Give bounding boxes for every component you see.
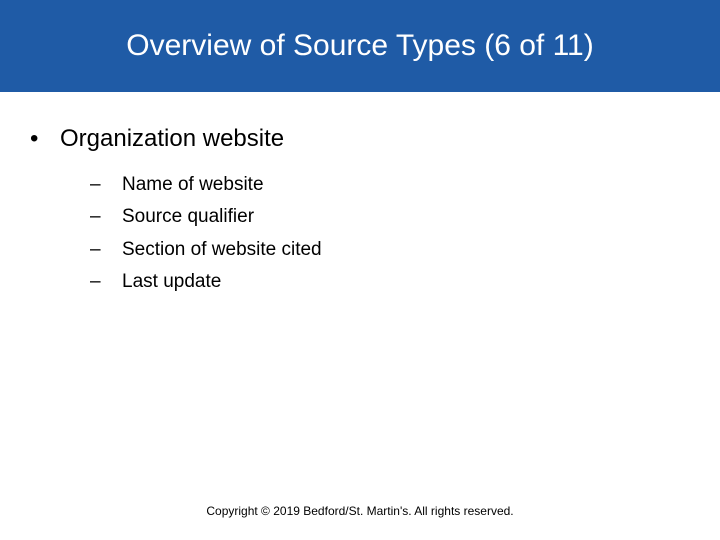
copyright-footer: Copyright © 2019 Bedford/St. Martin's. A… xyxy=(0,504,720,518)
list-item-text: Name of website xyxy=(122,172,264,199)
dash-icon: – xyxy=(90,204,122,231)
title-band: Overview of Source Types (6 of 11) xyxy=(0,0,720,92)
bullet-dot-icon: • xyxy=(30,122,60,156)
bullet-level-1: • Organization website xyxy=(30,122,700,156)
list-item-text: Last update xyxy=(122,269,221,296)
list-item: – Last update xyxy=(90,269,700,296)
dash-icon: – xyxy=(90,237,122,264)
slide-title: Overview of Source Types (6 of 11) xyxy=(126,29,593,63)
content-area: • Organization website – Name of website… xyxy=(0,92,720,296)
list-item-text: Source qualifier xyxy=(122,204,254,231)
dash-icon: – xyxy=(90,269,122,296)
dash-icon: – xyxy=(90,172,122,199)
list-item: – Name of website xyxy=(90,172,700,199)
bullet-level-1-text: Organization website xyxy=(60,122,284,156)
list-item: – Source qualifier xyxy=(90,204,700,231)
list-item-text: Section of website cited xyxy=(122,237,322,264)
list-item: – Section of website cited xyxy=(90,237,700,264)
sub-list: – Name of website – Source qualifier – S… xyxy=(30,172,700,296)
